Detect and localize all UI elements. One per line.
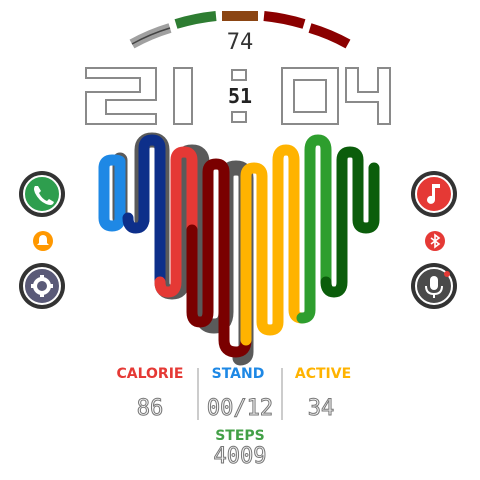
- steps-value: 4009: [213, 444, 267, 470]
- colon-dot: [231, 69, 247, 81]
- steps-label: STEPS: [215, 428, 265, 444]
- active-label: ACTIVE: [294, 366, 352, 382]
- bell-icon: [33, 231, 53, 251]
- alarm-button[interactable]: [32, 230, 54, 252]
- music-note-icon: [411, 171, 457, 217]
- time-hours: [85, 67, 193, 125]
- phone-button[interactable]: [18, 170, 66, 218]
- battery-value: 74: [226, 30, 254, 55]
- battery-segment: [263, 11, 306, 29]
- wave-segment: [296, 134, 332, 324]
- battery-segment: [308, 23, 351, 49]
- microphone-icon: [411, 263, 457, 309]
- time-seconds: 51: [227, 84, 253, 108]
- gear-icon: [19, 263, 65, 309]
- phone-icon: [19, 171, 65, 217]
- settings-button[interactable]: [18, 262, 66, 310]
- active-value: 34: [307, 396, 335, 422]
- stand-label: STAND: [211, 366, 265, 382]
- voice-button[interactable]: [410, 262, 458, 310]
- colon-dot: [231, 111, 247, 123]
- wave-segment: [98, 154, 126, 174]
- wave-segment: [122, 134, 166, 288]
- battery-segment: [174, 11, 217, 29]
- wave-segment: [320, 146, 380, 298]
- music-button[interactable]: [410, 170, 458, 218]
- calorie-label: CALORIE: [116, 366, 184, 382]
- bluetooth-icon: [425, 231, 445, 251]
- time-minutes: [281, 67, 391, 125]
- calorie-value: 86: [136, 396, 164, 422]
- wave-segment: [240, 144, 308, 346]
- bluetooth-button[interactable]: [424, 230, 446, 252]
- stand-value: 00/12: [206, 396, 274, 422]
